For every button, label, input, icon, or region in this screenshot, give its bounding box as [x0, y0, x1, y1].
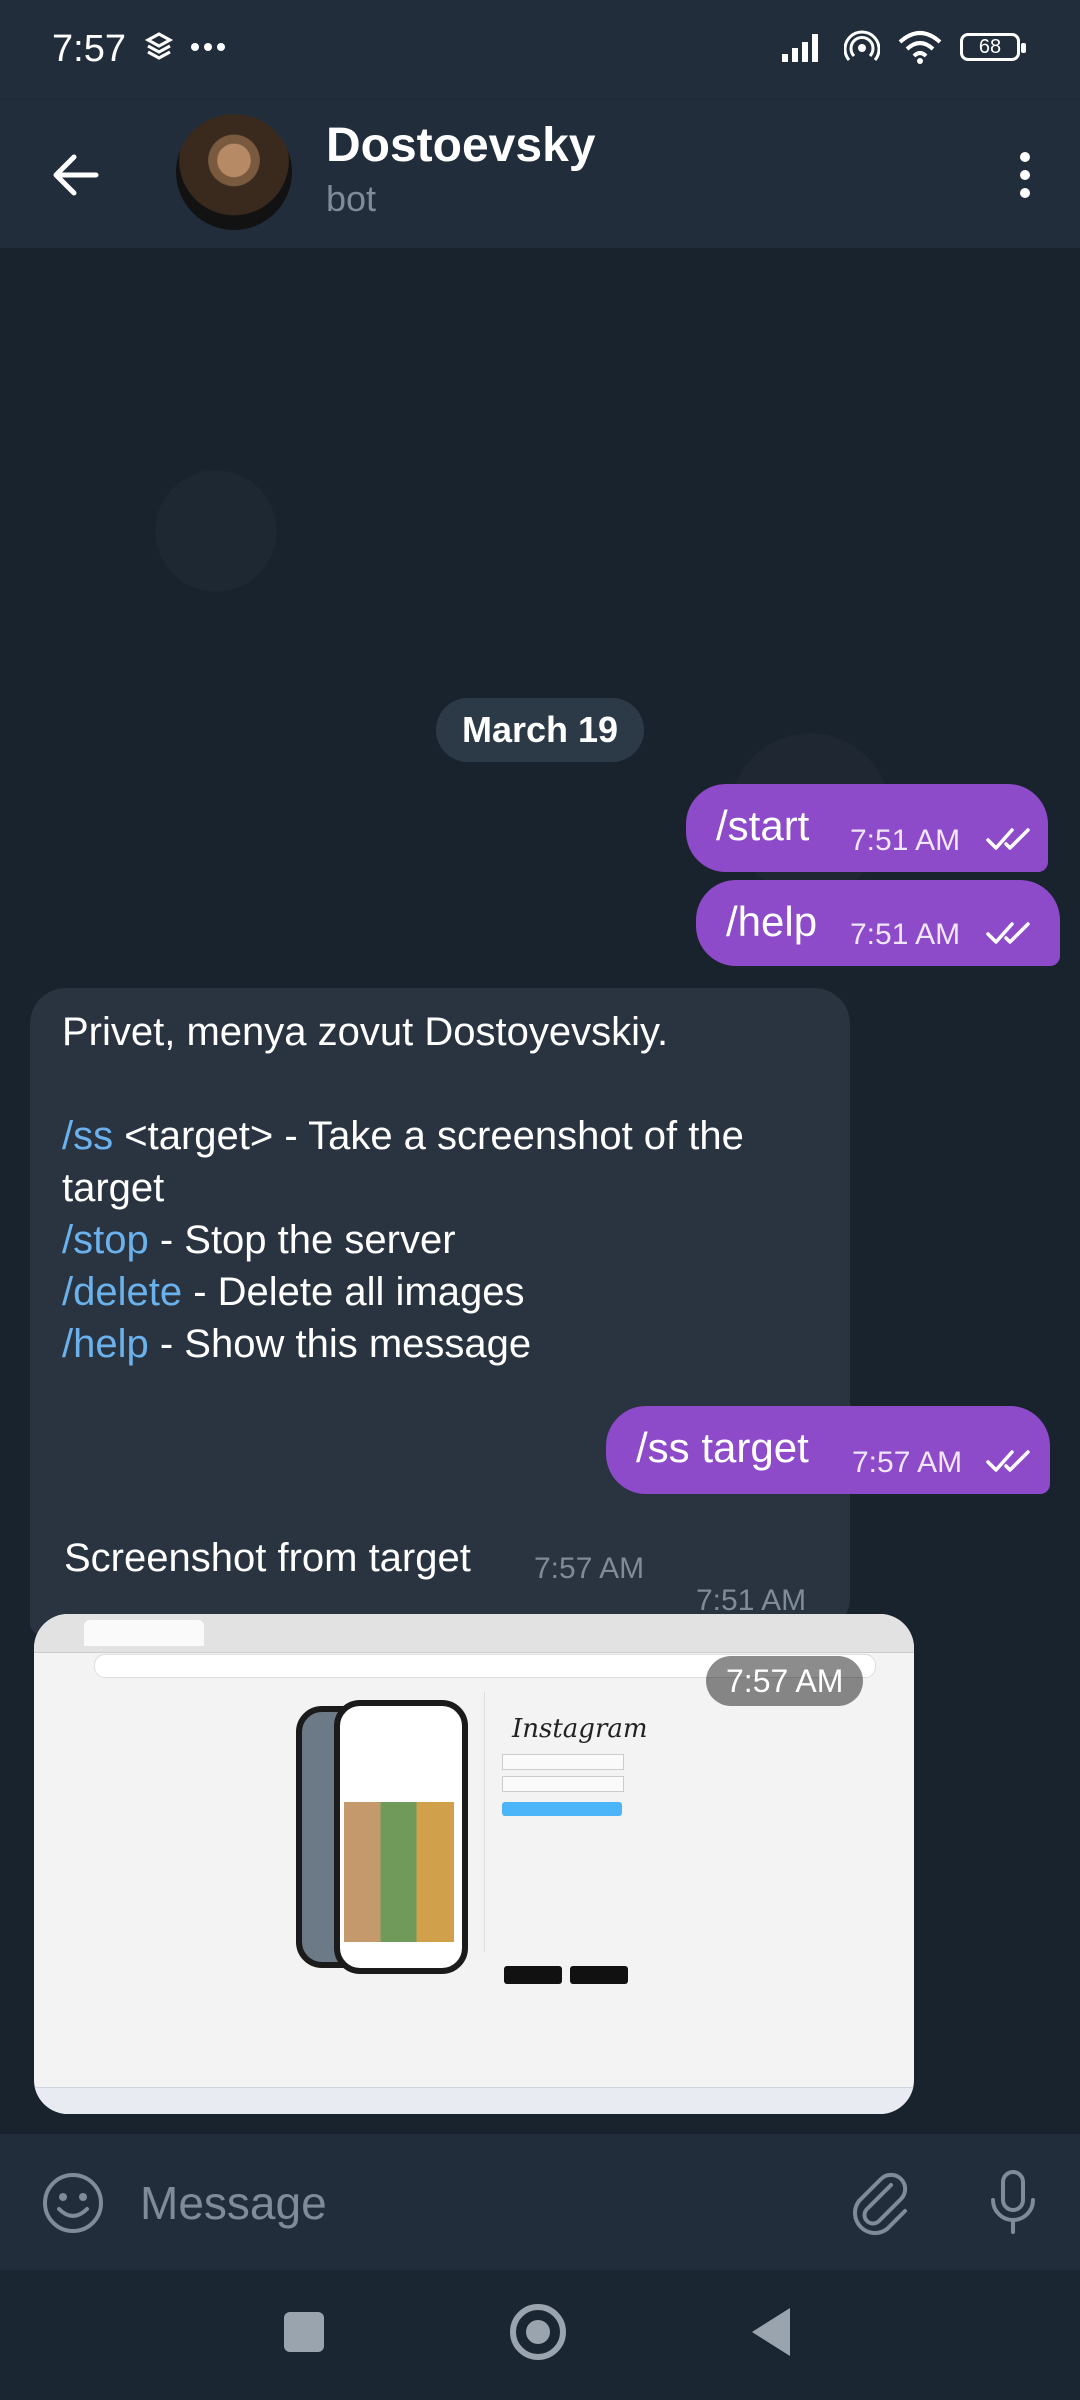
message-text: /ss target: [636, 1424, 809, 1471]
double-check-icon: [986, 922, 1030, 944]
outgoing-message[interactable]: /help 7:51 AM: [696, 880, 1060, 966]
wifi-icon: [898, 31, 942, 64]
message-time: 7:51 AM: [850, 824, 961, 857]
emoji-button[interactable]: [38, 2168, 108, 2238]
chat-area[interactable]: March 19 /start 7:51 AM /help 7:51 AM Pr…: [0, 248, 1080, 2350]
battery-icon: 68: [960, 33, 1026, 61]
phone-grid: [344, 1802, 454, 1942]
incoming-message[interactable]: Screenshot from target 7:57 AM: [32, 1516, 686, 1604]
command-description: - Show this message: [148, 1322, 532, 1366]
signal-icon: [782, 34, 818, 62]
help-line-delete: /delete - Delete all images: [62, 1266, 832, 1318]
greeting-text: Privet, menya zovut Dostoyevskiy.: [62, 1010, 669, 1054]
status-left-icons: [142, 30, 226, 64]
battery-level: 68: [978, 35, 1002, 58]
hotspot-icon: [844, 30, 880, 61]
message-text: Screenshot from target: [64, 1536, 471, 1580]
command-description: <target> - Take a screenshot of the targ…: [62, 1114, 744, 1210]
microsoft-badge: [570, 1966, 628, 1984]
double-check-icon: [986, 828, 1030, 850]
date-separator: March 19: [436, 698, 644, 762]
chat-header: Dostoevsky bot: [0, 100, 1080, 248]
arrow-left-icon: [53, 154, 99, 196]
status-right-icons: 68: [780, 30, 1026, 64]
message-time: 7:51 AM: [850, 918, 961, 951]
phone-mockup-front: [334, 1700, 468, 1974]
windows-taskbar: [34, 2087, 914, 2114]
voice-record-button[interactable]: [978, 2168, 1048, 2238]
command-link-ss[interactable]: /ss: [62, 1114, 113, 1158]
system-back-button[interactable]: [752, 2308, 790, 2356]
chat-subtitle: bot: [326, 178, 377, 219]
command-link-delete[interactable]: /delete: [62, 1270, 182, 1314]
google-play-badge: [504, 1966, 562, 1984]
help-message-body: Privet, menya zovut Dostoyevskiy. /ss <t…: [62, 1006, 832, 1370]
notification-icon: [144, 32, 174, 60]
chat-title[interactable]: Dostoevsky: [326, 118, 595, 173]
back-button[interactable]: [40, 140, 110, 210]
double-check-icon: [986, 1450, 1030, 1472]
username-field: [502, 1754, 624, 1770]
message-input[interactable]: [138, 2164, 842, 2242]
microphone-icon: [991, 2170, 1035, 2234]
more-menu-button[interactable]: [990, 140, 1060, 210]
more-notifications-icon: [191, 43, 225, 51]
outgoing-message[interactable]: /ss target 7:57 AM: [606, 1406, 1050, 1494]
attach-button[interactable]: [846, 2168, 916, 2238]
help-line-help: /help - Show this message: [62, 1318, 832, 1370]
recent-apps-button[interactable]: [284, 2312, 324, 2352]
help-line-ss: /ss <target> - Take a screenshot of the …: [62, 1110, 832, 1214]
avatar[interactable]: [176, 114, 292, 230]
message-text: /help: [726, 898, 818, 945]
message-time: 7:57 AM: [534, 1552, 645, 1585]
message-time: 7:57 AM: [852, 1446, 963, 1479]
smiley-icon: [43, 2173, 103, 2233]
status-time: 7:57: [52, 28, 126, 70]
message-time: 7:51 AM: [696, 1584, 807, 1617]
browser-tab-bar: [34, 1614, 914, 1653]
command-link-help[interactable]: /help: [62, 1322, 149, 1366]
command-description: - Delete all images: [182, 1270, 525, 1314]
message-text: /start: [716, 802, 810, 849]
paperclip-icon: [853, 2172, 908, 2235]
status-bar: 7:57 68: [0, 0, 1080, 100]
login-button: [502, 1802, 622, 1816]
home-button[interactable]: [510, 2304, 566, 2360]
outgoing-message[interactable]: /start 7:51 AM: [686, 784, 1048, 872]
browser-tab: [84, 1620, 204, 1646]
system-navigation-bar: [0, 2270, 1080, 2400]
instagram-logo: Instagram: [512, 1714, 648, 1744]
message-input-bar: [0, 2134, 1080, 2270]
password-field: [502, 1776, 624, 1792]
command-link-stop[interactable]: /stop: [62, 1218, 149, 1262]
more-vertical-icon: [1020, 152, 1030, 198]
image-time: 7:57 AM: [706, 1656, 864, 1706]
command-description: - Stop the server: [148, 1218, 456, 1262]
help-line-stop: /stop - Stop the server: [62, 1214, 832, 1266]
